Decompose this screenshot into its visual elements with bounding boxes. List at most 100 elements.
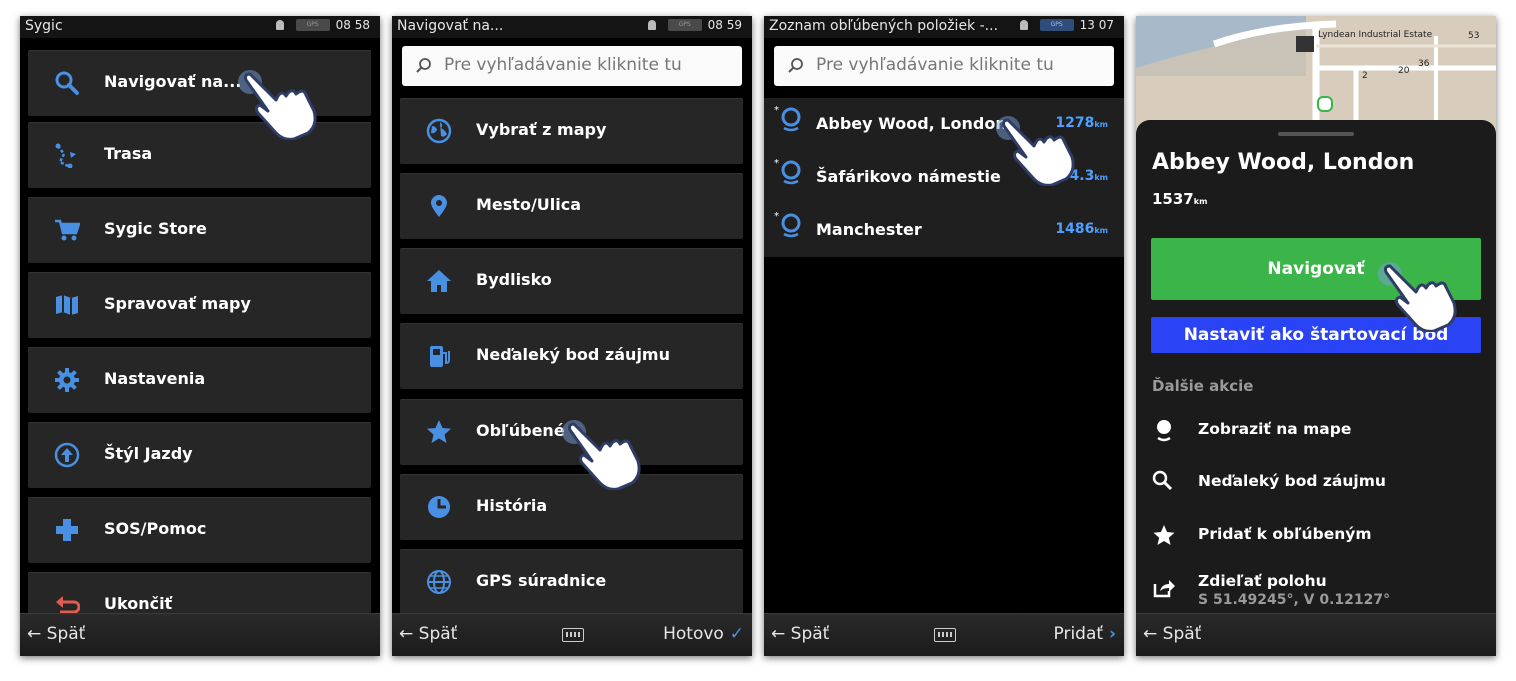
menu-item-favorites[interactable]: Obľúbené [400, 399, 743, 465]
map-number: 53 [1468, 31, 1480, 41]
svg-text:*: * [774, 105, 779, 116]
favorite-distance: 1486km [1055, 221, 1108, 237]
screen-navigate-to: Navigovať na... GPS 08 59 Pre vyhľadávani… [392, 16, 752, 656]
favorites-list: * Abbey Wood, London 1278km * Šafárikovo… [764, 98, 1124, 257]
menu-item-city-street[interactable]: Mesto/Ulica [400, 173, 743, 239]
menu-item-label: Spravovať mapy [104, 294, 251, 313]
set-start-point-button[interactable]: Nastaviť ako štartovací bod [1151, 317, 1481, 353]
menu-item-nearby-poi[interactable]: Neďaleký bod záujmu [400, 323, 743, 389]
svg-text:*: * [774, 211, 779, 222]
favorite-name: Šafárikovo námestie [816, 167, 1001, 186]
menu-item-route[interactable]: Trasa [28, 122, 371, 188]
favorite-globe-icon: * [774, 210, 804, 244]
favorite-globe-icon: * [774, 157, 804, 191]
menu-item-drive-style[interactable]: Štýl Jazdy [28, 422, 371, 488]
action-share-location[interactable]: Zdieľať polohu S 51.49245°, V 0.12127° [1152, 566, 1482, 614]
menu-item-label: Navigovať na... [104, 72, 242, 91]
arrow-left-icon: ← [771, 624, 791, 644]
search-input[interactable]: Pre vyhľadávanie kliknite tu [402, 46, 742, 86]
action-show-on-map[interactable]: Zobraziť na mape [1152, 414, 1482, 454]
menu-item-pick-from-map[interactable]: Vybrať z mapy [400, 98, 743, 164]
menu-item-sos[interactable]: SOS/Pomoc [28, 497, 371, 563]
back-button[interactable]: ← Späť [399, 624, 457, 644]
search-placeholder: Pre vyhľadávanie kliknite tu [444, 55, 682, 75]
menu-item-label: Štýl Jazdy [104, 444, 193, 463]
menu-item-home[interactable]: Bydlisko [400, 248, 743, 314]
navigate-button[interactable]: Navigovať [1151, 238, 1481, 300]
search-icon [416, 58, 432, 78]
screen-place-detail: Lyndean Industrial Estate 53 2 20 36 Abb… [1136, 16, 1496, 656]
chevron-right-icon: › [1103, 624, 1116, 644]
check-icon: ✓ [723, 624, 744, 644]
more-actions-heading: Ďalšie akcie [1152, 377, 1254, 395]
share-coordinates: S 51.49245°, V 0.12127° [1198, 592, 1391, 608]
menu-item-history[interactable]: História [400, 474, 743, 540]
search-input[interactable]: Pre vyhľadávanie kliknite tu [774, 46, 1114, 86]
menu-item-store[interactable]: Sygic Store [28, 197, 371, 263]
menu-item-navigate[interactable]: Navigovať na... [28, 50, 371, 116]
gps-signal-icon: GPS [667, 19, 702, 31]
map-icon [54, 292, 80, 318]
menu-item-gps-coordinates[interactable]: GPS súradnice [400, 549, 743, 615]
bottom-bar: ← Späť Pridať › [764, 613, 1124, 656]
gear-icon [54, 367, 80, 393]
drive-style-icon [54, 442, 80, 468]
list-item[interactable]: * Manchester 1486km [764, 204, 1124, 257]
favorite-distance: 1278km [1055, 115, 1108, 131]
menu-item-label: Vybrať z mapy [476, 120, 607, 139]
menu-item-label: Bydlisko [476, 270, 552, 289]
keyboard-icon[interactable] [562, 628, 584, 642]
globe-icon [426, 118, 452, 144]
menu-item-label: Trasa [104, 144, 153, 163]
back-button[interactable]: ← Späť [771, 624, 829, 644]
place-detail-sheet: Abbey Wood, London 1537km Navigovať Nast… [1136, 120, 1496, 614]
menu-item-label: História [476, 496, 548, 515]
map-number: 36 [1418, 59, 1430, 69]
done-button[interactable]: Hotovo ✓ [663, 624, 744, 644]
map-number: 20 [1398, 66, 1410, 76]
add-button[interactable]: Pridať › [1054, 624, 1116, 644]
search-icon [54, 70, 80, 96]
fuel-icon [426, 343, 452, 369]
back-button[interactable]: ← Späť [27, 624, 85, 644]
action-nearby-poi[interactable]: Neďaleký bod záujmu [1152, 466, 1482, 506]
action-add-to-favorites[interactable]: Pridať k obľúbeným [1152, 519, 1482, 559]
status-bar: Zoznam obľúbených položiek -... GPS 13 07 [764, 16, 1124, 38]
location-marker-icon [1317, 96, 1333, 112]
list-item[interactable]: * Abbey Wood, London 1278km [764, 98, 1124, 151]
status-title: Navigovať na... [397, 18, 504, 34]
place-distance: 1537km [1152, 190, 1208, 208]
gps-signal-icon: GPS [1039, 19, 1074, 31]
screen-main-menu: Sygic GPS 08 58 Navigovať na... Trasa Syg… [20, 16, 380, 656]
list-item[interactable]: * Šafárikovo námestie 4.3km [764, 151, 1124, 204]
menu-item-label: Mesto/Ulica [476, 195, 582, 214]
status-time: 13 07 [1079, 18, 1114, 32]
place-title: Abbey Wood, London [1152, 150, 1415, 175]
bottom-bar: ← Späť [20, 613, 380, 656]
menu-item-settings[interactable]: Nastavenia [28, 347, 371, 413]
menu-item-maps[interactable]: Spravovať mapy [28, 272, 371, 338]
bottom-bar: ← Späť Hotovo ✓ [392, 613, 752, 656]
star-icon [1152, 523, 1176, 551]
keyboard-icon[interactable] [934, 628, 956, 642]
cross-icon [54, 517, 80, 543]
menu-item-label: Nastavenia [104, 369, 206, 388]
back-button[interactable]: ← Späť [1143, 624, 1201, 644]
menu-item-label: Obľúbené [476, 421, 565, 440]
grid-globe-icon [426, 569, 452, 595]
sheet-grip-handle[interactable] [1278, 132, 1354, 136]
route-icon [54, 142, 80, 168]
status-title: Sygic [25, 18, 63, 34]
user-icon [647, 20, 656, 30]
share-icon [1152, 576, 1176, 604]
status-time: 08 58 [335, 18, 370, 32]
status-bar: Navigovať na... GPS 08 59 [392, 16, 752, 38]
favorite-name: Abbey Wood, London [816, 114, 1007, 133]
search-icon [788, 58, 804, 78]
search-placeholder: Pre vyhľadávanie kliknite tu [816, 55, 1054, 75]
search-icon [1152, 470, 1176, 498]
pin-icon [426, 193, 452, 219]
arrow-left-icon: ← [27, 624, 47, 644]
menu-item-label: GPS súradnice [476, 571, 607, 590]
globe-pin-icon [1152, 418, 1176, 446]
